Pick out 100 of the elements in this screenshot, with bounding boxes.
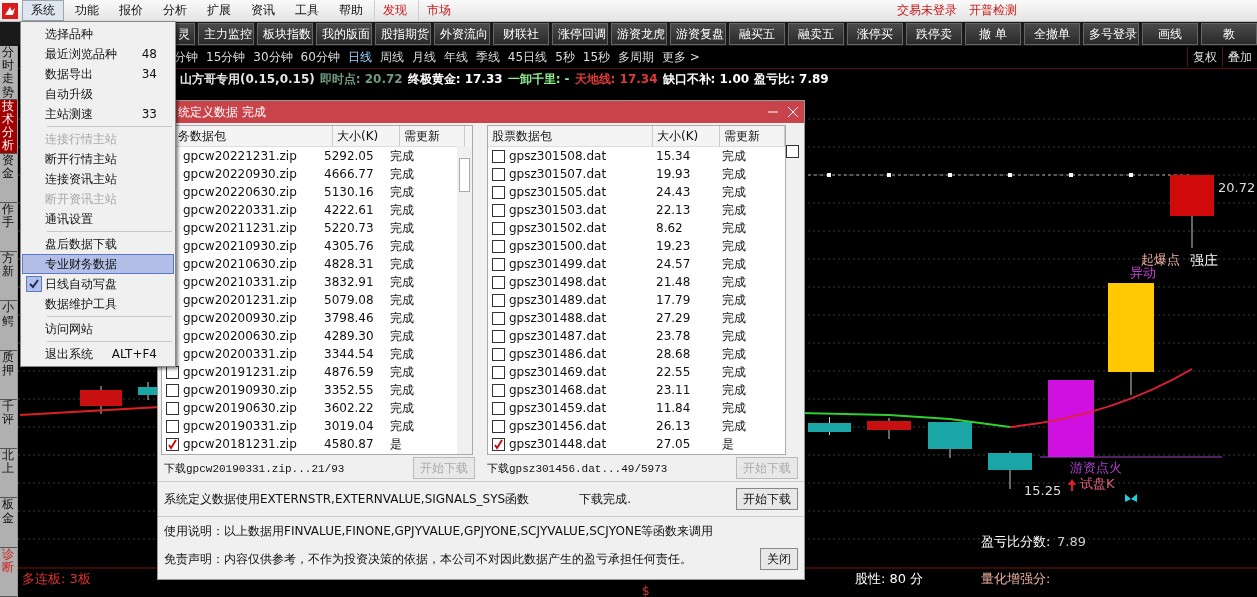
toolbar-button[interactable]: 我的版面: [316, 23, 372, 45]
menu-option[interactable]: 专业财务数据: [22, 254, 174, 274]
toolbar-button[interactable]: 主力监控: [198, 23, 254, 45]
period-tab[interactable]: 30分钟: [253, 48, 293, 66]
side-tab[interactable]: 板金: [0, 498, 17, 548]
toolbar-button[interactable]: 外资流向: [434, 23, 490, 45]
menu-option[interactable]: 数据导出 34: [22, 64, 174, 84]
side-tab[interactable]: 资金: [0, 153, 17, 203]
download-button[interactable]: 开始下载: [736, 488, 798, 510]
menu-item[interactable]: 工具: [286, 0, 328, 21]
side-tab[interactable]: 小鳄: [0, 301, 17, 351]
checkbox[interactable]: [492, 365, 505, 379]
menu-option[interactable]: 选择品种: [22, 24, 174, 44]
close-icon[interactable]: [788, 107, 798, 117]
checkbox[interactable]: [492, 419, 505, 433]
period-tab[interactable]: 多周期: [618, 48, 655, 66]
toolbar-button[interactable]: 涨停回调: [552, 23, 608, 45]
period-tab[interactable]: 周线: [379, 48, 404, 66]
toolbar-button[interactable]: 融买五: [729, 23, 785, 45]
file-name: gpcw20200331.zip: [183, 347, 297, 361]
period-tab[interactable]: 45日线: [507, 48, 548, 66]
menu-option[interactable]: 盘后数据下载: [22, 234, 174, 254]
menu-item[interactable]: 报价: [110, 0, 152, 21]
period-tab[interactable]: 60分钟: [300, 48, 340, 66]
checkbox[interactable]: [492, 437, 505, 451]
side-tab[interactable]: 技术分析: [0, 99, 17, 154]
menu-item[interactable]: 市场: [418, 0, 460, 21]
toolbar-button[interactable]: 跌停卖: [906, 23, 962, 45]
side-tab[interactable]: 千评: [0, 399, 17, 450]
period-tab[interactable]: 月线: [411, 48, 436, 66]
checkbox[interactable]: [492, 401, 505, 415]
close-button[interactable]: 关闭: [760, 548, 798, 570]
period-tab[interactable]: 日线: [347, 48, 372, 66]
menu-option[interactable]: 最近浏览品种 48: [22, 44, 174, 64]
side-tab[interactable]: 北上: [0, 449, 17, 499]
column-header[interactable]: 大小(K): [653, 126, 720, 146]
checkbox[interactable]: [492, 383, 505, 397]
checkbox[interactable]: [492, 311, 505, 325]
menu-option[interactable]: 主站测速 33: [22, 104, 174, 124]
menu-option[interactable]: 日线自动写盘: [22, 274, 174, 294]
period-tab[interactable]: 15秒: [582, 48, 611, 66]
period-tab[interactable]: 15分钟: [206, 48, 246, 66]
menu-item[interactable]: 功能: [66, 0, 108, 21]
toolbar-button[interactable]: 多号登录: [1083, 23, 1139, 45]
side-tab[interactable]: 质押: [0, 350, 17, 400]
toolbar-button[interactable]: 游资龙虎: [611, 23, 667, 45]
menu-item[interactable]: 资讯: [242, 0, 284, 21]
menu-option[interactable]: 访问网站: [22, 319, 174, 339]
menu-item[interactable]: 系统: [22, 0, 64, 21]
column-header[interactable]: 大小(K): [333, 126, 400, 146]
side-tab[interactable]: 方新: [0, 252, 17, 302]
period-tab[interactable]: 更多 >: [662, 48, 700, 66]
marker-label: $: [642, 584, 650, 597]
checkbox[interactable]: [492, 167, 505, 181]
checkbox[interactable]: [786, 145, 799, 158]
toolbar-button[interactable]: 教: [1201, 23, 1257, 45]
toolbar-button[interactable]: 游资复盘: [670, 23, 726, 45]
toolbar-button[interactable]: 涨停买: [847, 23, 903, 45]
checkbox[interactable]: [166, 401, 179, 415]
up-arrow-icon: [1068, 479, 1076, 491]
toolbar-button[interactable]: 板块指数: [257, 23, 313, 45]
side-tab[interactable]: 分时走势: [0, 46, 17, 100]
menu-option[interactable]: 通讯设置: [22, 209, 174, 229]
period-tab[interactable]: 年线: [443, 48, 468, 66]
menu-item[interactable]: 分析: [154, 0, 196, 21]
column-header[interactable]: 需更新: [720, 126, 785, 146]
toolbar-button[interactable]: 撤 单: [965, 23, 1021, 45]
menu-option[interactable]: 连接资讯主站: [22, 169, 174, 189]
side-tab[interactable]: 作手: [0, 202, 17, 253]
checkbox[interactable]: [492, 239, 505, 253]
period-tab[interactable]: 5秒: [555, 48, 575, 66]
checkbox[interactable]: [492, 221, 505, 235]
scrollbar-thumb[interactable]: [459, 158, 470, 192]
toolbar-button[interactable]: 画线: [1142, 23, 1198, 45]
toolbar-button[interactable]: 股指期货: [375, 23, 431, 45]
toolbar-button[interactable]: 全撤单: [1024, 23, 1080, 45]
menu-item[interactable]: 扩展: [198, 0, 240, 21]
checkbox[interactable]: [492, 185, 505, 199]
checkbox[interactable]: [166, 419, 179, 433]
column-header[interactable]: 股票数据包: [488, 126, 653, 146]
checkbox[interactable]: [492, 347, 505, 361]
menu-item[interactable]: 帮助: [330, 0, 372, 21]
checkbox[interactable]: [166, 383, 179, 397]
menu-item[interactable]: 发现: [374, 0, 416, 21]
checkbox[interactable]: [492, 203, 505, 217]
checkbox[interactable]: [492, 293, 505, 307]
toolbar-button[interactable]: 财联社: [493, 23, 549, 45]
scrollbar[interactable]: [457, 146, 472, 454]
period-tab[interactable]: 季线: [475, 48, 500, 66]
column-header[interactable]: 务数据包: [162, 126, 333, 146]
menu-option[interactable]: 退出系统 ALT+F4: [22, 344, 174, 364]
menu-option[interactable]: 数据维护工具: [22, 294, 174, 314]
toolbar-button[interactable]: 融卖五: [788, 23, 844, 45]
checkbox[interactable]: [492, 275, 505, 289]
checkbox[interactable]: [492, 149, 505, 163]
menu-option[interactable]: 断开行情主站: [22, 149, 174, 169]
checkbox[interactable]: [492, 257, 505, 271]
checkbox[interactable]: [492, 329, 505, 343]
checkbox[interactable]: [166, 437, 179, 451]
menu-option[interactable]: 自动升级: [22, 84, 174, 104]
